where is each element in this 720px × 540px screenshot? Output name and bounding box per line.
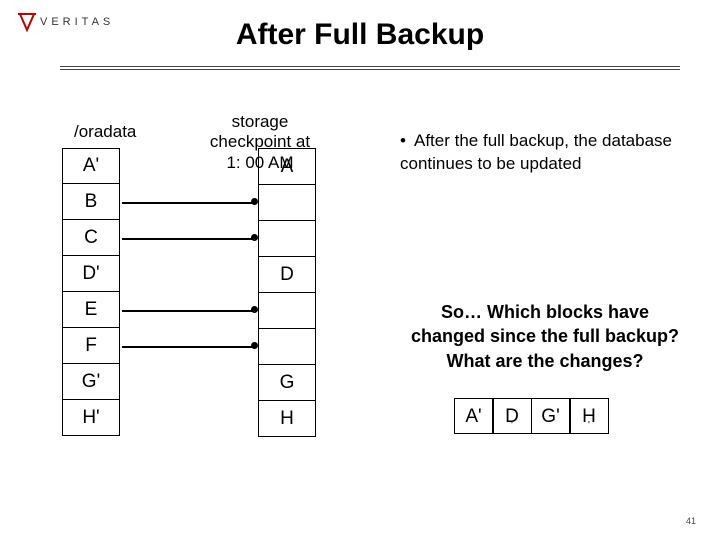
page-number: 41 [686,516,696,526]
link-arrow [122,238,256,240]
checkpoint-line1: storage [232,112,289,131]
title-divider [60,66,680,70]
changed-block: H' [569,398,609,434]
changed-block: G' [531,398,571,434]
changed-block: D' [492,398,532,434]
left-cell: F [63,328,119,364]
right-cell: G [259,365,315,401]
bullet-text: After the full backup, the database cont… [400,131,672,173]
right-cell [259,185,315,221]
right-cell: H [259,401,315,437]
question-text: So… Which blocks have changed since the … [390,300,700,373]
right-cell: D [259,257,315,293]
right-column: A D GH [258,148,316,437]
left-cell: D' [63,256,119,292]
right-cell: A [259,149,315,185]
link-arrow [122,310,256,312]
bullet-point: •After the full backup, the database con… [400,130,690,176]
link-arrow [122,346,256,348]
changed-block: A' [454,398,494,434]
question-line1: So… Which blocks have [441,302,649,322]
question-line3: What are the changes? [446,351,643,371]
slide-title: After Full Backup [0,18,720,52]
right-cell [259,293,315,329]
oradata-label: /oradata [74,122,136,142]
right-cell [259,329,315,365]
left-cell: A' [63,148,119,184]
question-line2: changed since the full backup? [411,326,679,346]
link-arrow [122,202,256,204]
changed-blocks-row: A'D'G'H' [455,398,609,434]
left-column: A'BCD'EFG'H' [62,148,120,436]
right-cell [259,221,315,257]
left-cell: E [63,292,119,328]
left-cell: C [63,220,119,256]
left-cell: G' [63,364,119,400]
left-cell: H' [63,400,119,436]
left-cell: B [63,184,119,220]
